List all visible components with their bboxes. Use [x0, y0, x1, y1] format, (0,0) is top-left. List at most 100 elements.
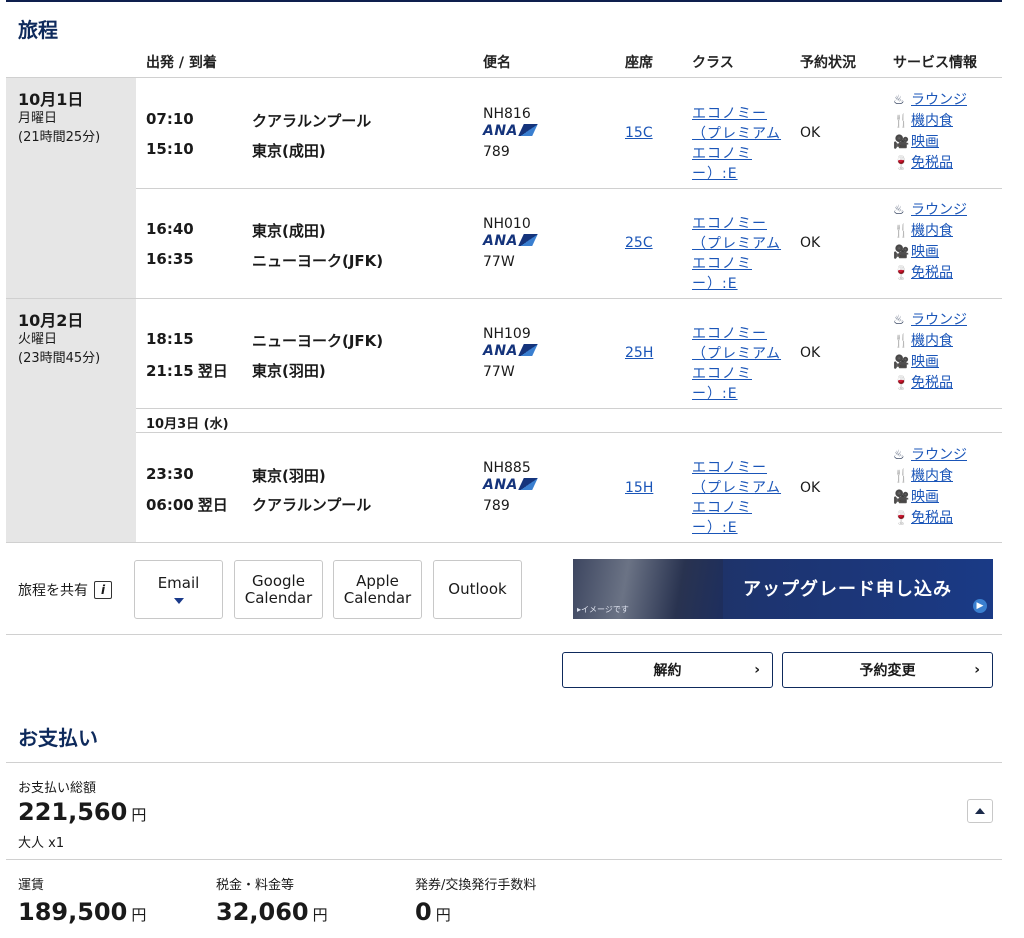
meal-link[interactable]: 機内食: [911, 466, 953, 487]
sub-date: 10月3日 (水): [146, 417, 229, 432]
fee-label: 発券/交換発行手数料: [415, 878, 537, 893]
lounge-icon: ♨: [893, 93, 905, 108]
service-info: ♨ ラウンジ 🍴 機内食 🎥 映画 🍷 免税品: [893, 310, 967, 394]
lounge-icon: ♨: [893, 448, 905, 463]
chevron-right-icon: ›: [754, 662, 760, 678]
movie-link[interactable]: 映画: [911, 242, 939, 263]
arr-time: 15:10: [146, 140, 194, 158]
movie-icon: 🎥: [893, 490, 910, 505]
meal-icon: 🍴: [893, 469, 910, 484]
header-seat: 座席: [625, 55, 653, 71]
arr-time: 16:35: [146, 250, 194, 268]
total-label: お支払い総額: [18, 781, 97, 796]
header-class: クラス: [692, 55, 734, 71]
seat-link[interactable]: 25C: [625, 235, 653, 251]
divider: [136, 432, 1002, 433]
itinerary-title: 旅程: [18, 18, 58, 42]
upgrade-banner[interactable]: ▸イメージです アップグレード申し込み ▶: [573, 559, 993, 619]
service-info: ♨ ラウンジ 🍴 機内食 🎥 映画 🍷 免税品: [893, 200, 967, 284]
info-icon[interactable]: i: [94, 581, 112, 599]
fare-amount: 189,500 円: [18, 898, 147, 926]
header-service: サービス情報: [893, 55, 977, 71]
arr-time: 06:00 翌日: [146, 496, 228, 514]
duty-free-link[interactable]: 免税品: [911, 153, 953, 174]
seat-link[interactable]: 15H: [625, 480, 653, 496]
lounge-link[interactable]: ラウンジ: [911, 90, 967, 111]
class-link[interactable]: エコノミー（プレミアムエコノミー）:E: [692, 214, 792, 294]
next-day-marker: 翌日: [197, 362, 228, 380]
duty-free-link[interactable]: 免税品: [911, 508, 953, 529]
meal-icon: 🍴: [893, 224, 910, 239]
ana-logo: ANA: [483, 233, 538, 249]
flight-number: NH109: [483, 326, 531, 342]
ana-logo: ANA: [483, 123, 538, 139]
arr-city: ニューヨーク(JFK): [252, 252, 384, 270]
movie-icon: 🎥: [893, 245, 910, 260]
next-day-marker: 翌日: [197, 496, 228, 514]
top-rule: [6, 0, 1002, 2]
payment-title: お支払い: [18, 726, 98, 750]
collapse-button[interactable]: [967, 799, 993, 823]
dep-city: 東京(羽田): [252, 467, 326, 485]
aircraft: 789: [483, 144, 510, 160]
tax-amount: 32,060 円: [216, 898, 328, 926]
divider: [136, 188, 1002, 189]
header-depart-arrive: 出発 / 到着: [146, 55, 217, 71]
day-info-1: 10月1日 月曜日 (21時間25分): [18, 90, 100, 147]
aircraft: 77W: [483, 254, 515, 270]
arr-city: 東京(羽田): [252, 362, 326, 380]
button-label: Apple: [356, 571, 399, 590]
movie-link[interactable]: 映画: [911, 487, 939, 508]
dep-time: 07:10: [146, 110, 194, 128]
arr-time: 21:15 翌日: [146, 362, 228, 380]
lounge-link[interactable]: ラウンジ: [911, 200, 967, 221]
day-duration: (23時間45分): [18, 351, 101, 366]
day-weekday: 月曜日: [18, 111, 58, 126]
day-date: 10月2日: [18, 311, 84, 330]
booking-status: OK: [800, 125, 821, 141]
movie-icon: 🎥: [893, 135, 910, 150]
movie-link[interactable]: 映画: [911, 352, 939, 373]
meal-link[interactable]: 機内食: [911, 331, 953, 352]
divider: [136, 408, 1002, 409]
button-label: Google: [252, 571, 305, 590]
seat-link[interactable]: 25H: [625, 345, 653, 361]
ana-logo: ANA: [483, 343, 538, 359]
total-amount: 221,560 円: [18, 798, 147, 826]
lounge-link[interactable]: ラウンジ: [911, 310, 967, 331]
meal-link[interactable]: 機内食: [911, 221, 953, 242]
service-info: ♨ ラウンジ 🍴 機内食 🎥 映画 🍷 免税品: [893, 90, 967, 174]
meal-link[interactable]: 機内食: [911, 111, 953, 132]
button-label: 解約: [653, 663, 682, 679]
arr-city: クアラルンプール: [252, 496, 372, 514]
duty-free-link[interactable]: 免税品: [911, 373, 953, 394]
fare-label: 運賃: [18, 878, 45, 893]
class-link[interactable]: エコノミー（プレミアムエコノミー）:E: [692, 324, 792, 404]
tax-label: 税金・料金等: [216, 878, 295, 893]
service-info: ♨ ラウンジ 🍴 機内食 🎥 映画 🍷 免税品: [893, 445, 967, 529]
outlook-button[interactable]: Outlook: [433, 560, 522, 619]
movie-link[interactable]: 映画: [911, 132, 939, 153]
header-flight: 便名: [483, 55, 511, 71]
cancel-button[interactable]: 解約 ›: [562, 652, 773, 688]
class-link[interactable]: エコノミー（プレミアムエコノミー）:E: [692, 104, 792, 184]
class-link[interactable]: エコノミー（プレミアムエコノミー）:E: [692, 458, 792, 538]
caret-up-icon: [975, 808, 985, 814]
apple-calendar-button[interactable]: Apple Calendar: [333, 560, 422, 619]
banner-text: アップグレード申し込み: [743, 579, 952, 600]
booking-status: OK: [800, 480, 821, 496]
aircraft: 789: [483, 498, 510, 514]
ana-logo: ANA: [483, 477, 538, 493]
change-booking-button[interactable]: 予約変更 ›: [782, 652, 993, 688]
duty-free-icon: 🍷: [893, 376, 910, 391]
google-calendar-button[interactable]: Google Calendar: [234, 560, 323, 619]
booking-status: OK: [800, 235, 821, 251]
lounge-link[interactable]: ラウンジ: [911, 445, 967, 466]
duty-free-icon: 🍷: [893, 156, 910, 171]
flight-number: NH816: [483, 106, 531, 122]
seat-link[interactable]: 15C: [625, 125, 653, 141]
share-row: 旅程を共有 i: [18, 580, 112, 600]
duty-free-link[interactable]: 免税品: [911, 263, 953, 284]
aircraft: 77W: [483, 364, 515, 380]
email-button[interactable]: Email: [134, 560, 223, 619]
